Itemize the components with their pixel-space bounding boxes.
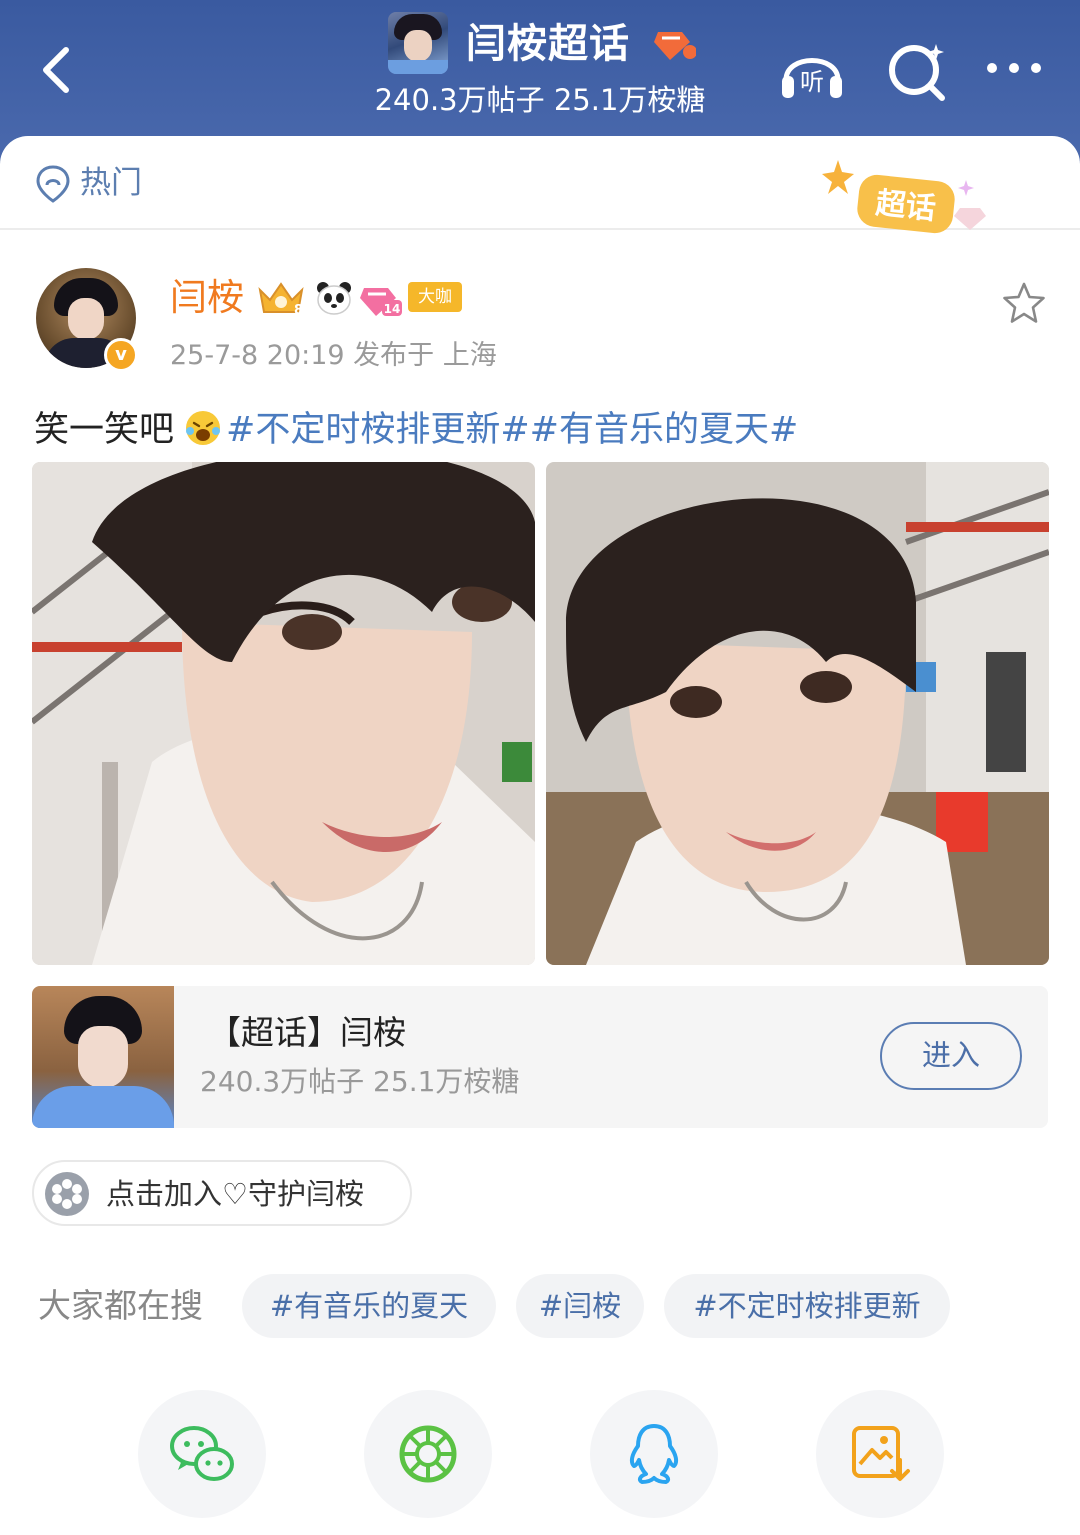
supertopic-badge-label: 超话 — [874, 186, 937, 227]
tab-hot[interactable]: 热门 — [80, 160, 142, 206]
diamond-level-icon — [654, 32, 696, 60]
post-photo-2[interactable] — [546, 462, 1049, 965]
join-guard-button[interactable]: 点击加入♡守护闫桉 — [32, 1160, 412, 1226]
diamond-level: 14 — [384, 302, 401, 316]
save-image-button[interactable] — [816, 1390, 944, 1518]
headphones-icon: 听 — [782, 58, 842, 98]
search-icon — [889, 44, 945, 101]
supertopic-card[interactable]: 【超话】闫桉 240.3万帖子 25.1万桉糖 进入 — [32, 986, 1048, 1128]
crown-badge-icon: 8 — [258, 282, 304, 318]
moments-icon — [399, 1425, 457, 1483]
selfie-photo-1 — [32, 462, 535, 965]
hot-tab-row: 热门 超话 — [0, 136, 1080, 234]
listen-button[interactable]: 听 — [776, 36, 848, 108]
post-hashtags[interactable]: #不定时桉排更新##有音乐的夏天# — [226, 410, 798, 450]
post-meta: 25-7-8 20:19 发布于 上海 — [170, 340, 497, 371]
share-moments-button[interactable] — [364, 1390, 492, 1518]
verified-badge-icon: v — [104, 338, 138, 372]
search-chip[interactable]: #有音乐的夏天 — [242, 1274, 496, 1338]
flower-icon — [45, 1172, 89, 1216]
panda-icon — [317, 282, 351, 315]
search-button[interactable] — [882, 36, 954, 108]
supertopic-title: 闫桉超话 — [466, 21, 630, 67]
more-dots-icon — [987, 63, 1041, 73]
post-photo-1[interactable] — [32, 462, 535, 965]
daka-badge: 大咖 — [408, 282, 462, 312]
wechat-icon — [170, 1426, 234, 1481]
enter-button[interactable]: 进入 — [880, 1022, 1022, 1090]
post-card: 热门 超话 v 闫桉 8 14 大咖 25-7-8 20:19 发布于 上海 笑… — [0, 136, 1080, 1535]
chevron-left-icon — [43, 47, 69, 93]
save-image-icon — [852, 1426, 910, 1481]
author-name[interactable]: 闫桉 — [170, 274, 244, 322]
supertopic-avatar[interactable] — [388, 12, 448, 74]
supertopic-stats: 240.3万帖子 25.1万桉糖 — [374, 83, 706, 117]
supertopic-thumbnail — [32, 986, 174, 1128]
post-text: 笑一笑吧 #不定时桉排更新##有音乐的夏天# — [34, 404, 798, 456]
diamond-badge-icon: 14 — [360, 288, 402, 316]
supertopic-card-title: 【超话】闫桉 — [208, 1013, 406, 1052]
search-chip[interactable]: #不定时桉排更新 — [664, 1274, 950, 1338]
qq-icon — [629, 1424, 679, 1484]
selfie-photo-2 — [546, 462, 1049, 965]
more-button[interactable] — [980, 36, 1052, 108]
share-wechat-button[interactable] — [138, 1390, 266, 1518]
search-chip[interactable]: #闫桉 — [516, 1274, 644, 1338]
listen-label: 听 — [800, 68, 824, 96]
hot-location-icon — [36, 165, 70, 203]
back-button[interactable] — [30, 40, 90, 100]
share-qq-button[interactable] — [590, 1390, 718, 1518]
supertopic-badge: 超话 — [822, 160, 986, 234]
favorite-star-icon[interactable] — [1000, 280, 1048, 328]
laughing-emoji-icon — [186, 411, 221, 445]
join-guard-label: 点击加入♡守护闫桉 — [106, 1177, 364, 1211]
trending-search-label: 大家都在搜 — [38, 1286, 203, 1325]
post-text-plain: 笑一笑吧 — [34, 410, 175, 450]
crown-level: 8 — [294, 303, 303, 318]
supertopic-card-stats: 240.3万帖子 25.1万桉糖 — [200, 1065, 520, 1098]
